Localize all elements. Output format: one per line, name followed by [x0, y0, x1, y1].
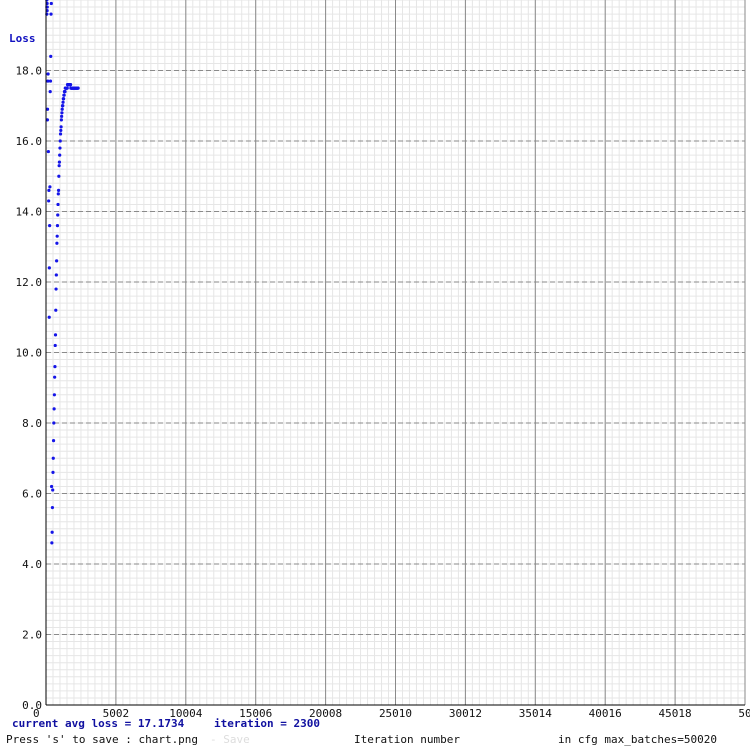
loss-point — [47, 315, 51, 319]
loss-point — [68, 83, 73, 87]
y-tick-label: 16.0 — [16, 135, 43, 148]
loss-point — [58, 139, 62, 143]
save-hint: Press 's' to save : chart.png — [6, 733, 198, 746]
loss-point — [52, 421, 56, 425]
loss-point — [58, 146, 62, 150]
y-tick-label: 8.0 — [22, 417, 42, 430]
loss-point — [61, 100, 65, 104]
loss-point — [53, 343, 57, 348]
loss-point — [49, 484, 54, 489]
loss-point — [47, 188, 51, 192]
x-tick-label: 30012 — [449, 707, 482, 720]
loss-point — [50, 541, 54, 545]
loss-point — [60, 114, 64, 118]
status-iteration: iteration = 2300 — [214, 717, 320, 730]
loss-point — [50, 530, 54, 534]
y-tick-label: 6.0 — [22, 488, 42, 501]
loss-point — [62, 97, 66, 101]
loss-point — [49, 54, 53, 59]
loss-point — [57, 160, 62, 164]
loss-point — [47, 266, 51, 270]
loss-point — [54, 273, 58, 277]
loss-point — [59, 128, 63, 133]
loss-point — [61, 104, 65, 108]
loss-point — [51, 456, 55, 460]
loss-point — [56, 188, 61, 192]
loss-point — [65, 86, 69, 90]
loss-point — [51, 439, 56, 443]
x-tick-label: 50 — [738, 707, 750, 720]
loss-point — [54, 287, 58, 291]
loss-point — [59, 125, 63, 129]
loss-point — [46, 72, 50, 76]
loss-point — [53, 333, 58, 337]
loss-point — [56, 192, 60, 196]
loss-point — [48, 90, 52, 94]
loss-chart-svg: 0 5002 10004 15006 20008 25010 30012 35014 40016… — [6, 0, 750, 746]
loss-point — [57, 164, 61, 168]
loss-point — [56, 213, 60, 217]
loss-point — [55, 234, 59, 238]
loss-point — [57, 174, 61, 178]
y-tick-label: 10.0 — [16, 347, 43, 360]
loss-point — [76, 86, 80, 90]
y-tick-label: 2.0 — [22, 629, 42, 642]
status-avg-loss: current avg loss = 17.1734 — [12, 717, 185, 730]
loss-point — [49, 1, 53, 6]
loss-point — [52, 407, 56, 411]
y-tick-label: 12.0 — [16, 276, 43, 289]
loss-chart: 0 5002 10004 15006 20008 25010 30012 35014 40016… — [0, 0, 750, 750]
loss-point — [53, 375, 57, 379]
loss-point — [56, 202, 60, 207]
loss-point — [51, 488, 55, 492]
loss-point — [53, 365, 57, 369]
y-axis-label: Loss — [9, 32, 36, 45]
x-tick-label: 45018 — [659, 707, 692, 720]
loss-point — [50, 506, 55, 510]
loss-point — [54, 308, 58, 312]
loss-points — [45, 0, 80, 545]
max-batches-info: in cfg max_batches=50020 — [558, 733, 717, 746]
loss-point — [58, 132, 63, 136]
loss-point — [48, 185, 52, 189]
loss-point — [62, 93, 66, 97]
loss-point — [58, 153, 62, 157]
loss-point — [51, 470, 55, 474]
y-tick-label: 14.0 — [16, 206, 43, 219]
loss-point — [63, 90, 67, 94]
loss-point — [46, 149, 50, 154]
x-axis-label: Iteration number — [354, 733, 460, 746]
loss-point — [48, 224, 52, 228]
x-tick-label: 40016 — [589, 707, 622, 720]
y-tick-label: 18.0 — [16, 65, 43, 78]
x-tick-label: 35014 — [519, 707, 552, 720]
loss-point — [47, 199, 51, 203]
y-tick-label: 0.0 — [22, 699, 42, 712]
loss-point — [55, 224, 60, 228]
loss-point — [60, 107, 64, 111]
loss-point — [59, 118, 63, 122]
loss-point — [49, 12, 53, 16]
loss-point — [52, 393, 56, 397]
loss-point — [48, 79, 53, 83]
loss-point — [60, 111, 64, 115]
loss-point — [55, 259, 59, 263]
y-tick-label: 4.0 — [22, 558, 42, 571]
loss-point — [55, 241, 59, 245]
y-tick-labels: 0.0 2.0 4.0 6.0 8.0 10.0 12.0 14.0 16.0 18.0 — [16, 65, 43, 713]
x-tick-label: 25010 — [379, 707, 412, 720]
ghost-text: - Save — [210, 733, 250, 746]
